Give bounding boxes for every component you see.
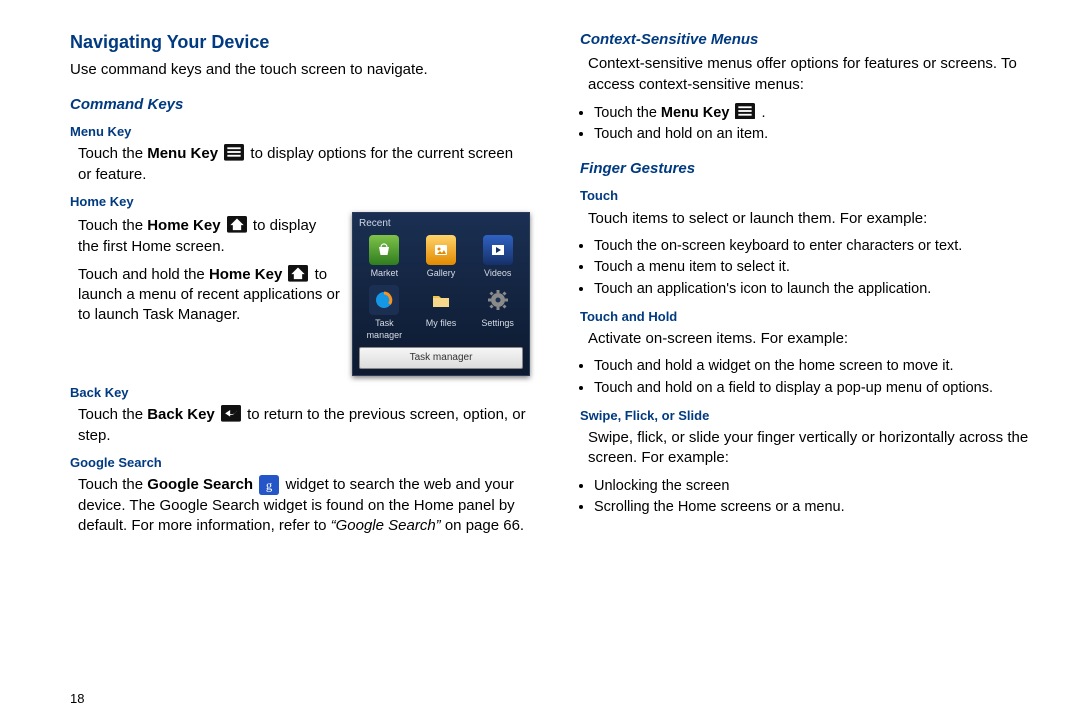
swipe-heading: Swipe, Flick, or Slide (580, 407, 1040, 425)
home-key-text-1: Touch the Home Key to display the first … (78, 216, 340, 257)
task-manager-button: Task manager (359, 347, 523, 369)
tile-task-manager: Task manager (359, 285, 410, 341)
recent-apps-panel: Recent Market Gallery Videos (352, 212, 530, 375)
back-key-icon (221, 405, 241, 423)
home-key-icon (227, 216, 247, 234)
right-column: Context-Sensitive Menus Context-sensitiv… (580, 30, 1040, 710)
tile-videos: Videos (472, 235, 523, 279)
touch-hold-intro: Activate on-screen items. For example: (588, 329, 1040, 349)
context-bullet-2: Touch and hold on an item. (594, 125, 1040, 145)
menu-key-heading: Menu Key (70, 123, 530, 141)
home-key-icon-2 (288, 265, 308, 283)
page-number: 18 (70, 690, 84, 708)
touch-hold-heading: Touch and Hold (580, 308, 1040, 326)
intro-text: Use command keys and the touch screen to… (70, 60, 530, 80)
touch-hold-bullet-2: Touch and hold on a field to display a p… (594, 379, 1040, 399)
svg-text:g: g (266, 479, 273, 493)
menu-key-text: Touch the Menu Key to display options fo… (78, 144, 530, 185)
tile-my-files: My files (416, 285, 467, 341)
home-key-heading: Home Key (70, 193, 530, 211)
tile-settings: Settings (472, 285, 523, 341)
swipe-bullet-2: Scrolling the Home screens or a menu. (594, 498, 1040, 518)
google-search-icon: g (259, 475, 279, 493)
menu-key-icon (224, 144, 244, 162)
finger-gestures-heading: Finger Gestures (580, 159, 1040, 179)
touch-bullet-1: Touch the on-screen keyboard to enter ch… (594, 237, 1040, 257)
swipe-intro: Swipe, flick, or slide your finger verti… (588, 428, 1040, 469)
left-column: Navigating Your Device Use command keys … (70, 30, 530, 710)
google-search-heading: Google Search (70, 454, 530, 472)
swipe-bullet-1: Unlocking the screen (594, 477, 1040, 497)
tile-gallery: Gallery (416, 235, 467, 279)
page-title: Navigating Your Device (70, 30, 530, 54)
touch-bullet-2: Touch a menu item to select it. (594, 258, 1040, 278)
menu-key-icon (735, 103, 755, 121)
context-bullet-1: Touch the Menu Key . (594, 103, 1040, 124)
touch-heading: Touch (580, 187, 1040, 205)
context-menus-intro: Context-sensitive menus offer options fo… (588, 54, 1040, 95)
home-key-text-2: Touch and hold the Home Key to launch a … (78, 265, 340, 326)
back-key-heading: Back Key (70, 384, 530, 402)
touch-bullet-3: Touch an application's icon to launch th… (594, 280, 1040, 300)
back-key-text: Touch the Back Key to return to the prev… (78, 405, 530, 446)
context-menus-heading: Context-Sensitive Menus (580, 30, 1040, 50)
page: Navigating Your Device Use command keys … (0, 0, 1080, 720)
tile-market: Market (359, 235, 410, 279)
google-search-text: Touch the Google Search g widget to sear… (78, 475, 530, 536)
recent-header: Recent (359, 217, 523, 231)
command-keys-heading: Command Keys (70, 95, 530, 115)
touch-hold-bullet-1: Touch and hold a widget on the home scre… (594, 357, 1040, 377)
touch-intro: Touch items to select or launch them. Fo… (588, 209, 1040, 229)
